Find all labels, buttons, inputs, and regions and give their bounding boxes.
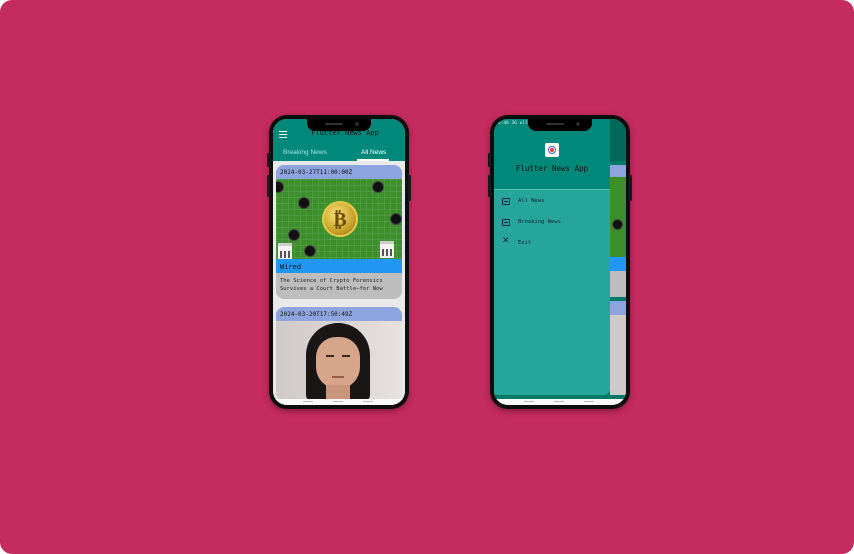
tab-breaking-news[interactable]: Breaking News [283, 149, 327, 156]
tab-all-news[interactable]: All News [361, 149, 386, 156]
drawer-item-label: Exit [518, 240, 532, 246]
phone-news-feed: Flutter News App Breaking News All News … [267, 115, 411, 409]
background-canvas: Flutter News App Breaking News All News … [0, 0, 854, 554]
bitcoin-icon: ₿ [322, 201, 358, 237]
system-nav-bar [273, 399, 405, 405]
volume-button [267, 153, 270, 167]
news-card[interactable]: 2024-03-20T17:50:49Z [276, 307, 402, 401]
article-source: Wired [276, 259, 402, 273]
article-date: 2024-03-27T11:00:00Z [276, 165, 402, 179]
tab-bar: Breaking News All News [273, 145, 405, 161]
power-button [629, 175, 632, 201]
article-date: 2024-03-20T17:50:49Z [276, 307, 402, 321]
news-card[interactable]: 2024-03-27T11:00:00Z ₿ Wired The Science… [276, 165, 402, 299]
hamburger-icon[interactable] [279, 131, 287, 139]
volume-button [488, 153, 491, 167]
notch [307, 119, 371, 131]
system-nav-bar [494, 399, 626, 405]
phone-screen: Flutter News App Breaking News All News … [273, 119, 405, 405]
phone-drawer-open: 5:46 3G ull Flutter News App All News Br… [488, 115, 632, 409]
drawer-item-breaking-news[interactable]: Breaking News [502, 218, 602, 230]
news-icon [502, 219, 510, 226]
bank-icon [380, 241, 394, 258]
drawer-item-exit[interactable]: ✕ Exit [502, 236, 602, 251]
drawer-title: Flutter News App [515, 164, 589, 173]
article-description: The Science of Crypto Forensics Survives… [276, 273, 402, 299]
volume-button [267, 175, 270, 197]
drawer-item-label: Breaking News [518, 219, 562, 225]
close-icon: ✕ [502, 236, 510, 246]
app-logo-icon [545, 143, 559, 157]
bank-icon [278, 243, 292, 259]
phone-screen: 5:46 3G ull Flutter News App All News Br… [494, 119, 626, 405]
news-icon [502, 198, 510, 205]
power-button [408, 175, 411, 201]
news-feed[interactable]: 2024-03-27T11:00:00Z ₿ Wired The Science… [273, 161, 405, 405]
notch [528, 119, 592, 131]
status-bar: 5:46 3G ull [498, 121, 528, 126]
bitcoin-network-image: ₿ [276, 179, 402, 259]
navigation-drawer: 5:46 3G ull Flutter News App All News Br… [494, 119, 610, 395]
drawer-item-all-news[interactable]: All News [502, 197, 602, 209]
volume-button [488, 175, 491, 197]
drawer-item-label: All News [518, 198, 545, 204]
portrait-photo-image [276, 321, 402, 401]
